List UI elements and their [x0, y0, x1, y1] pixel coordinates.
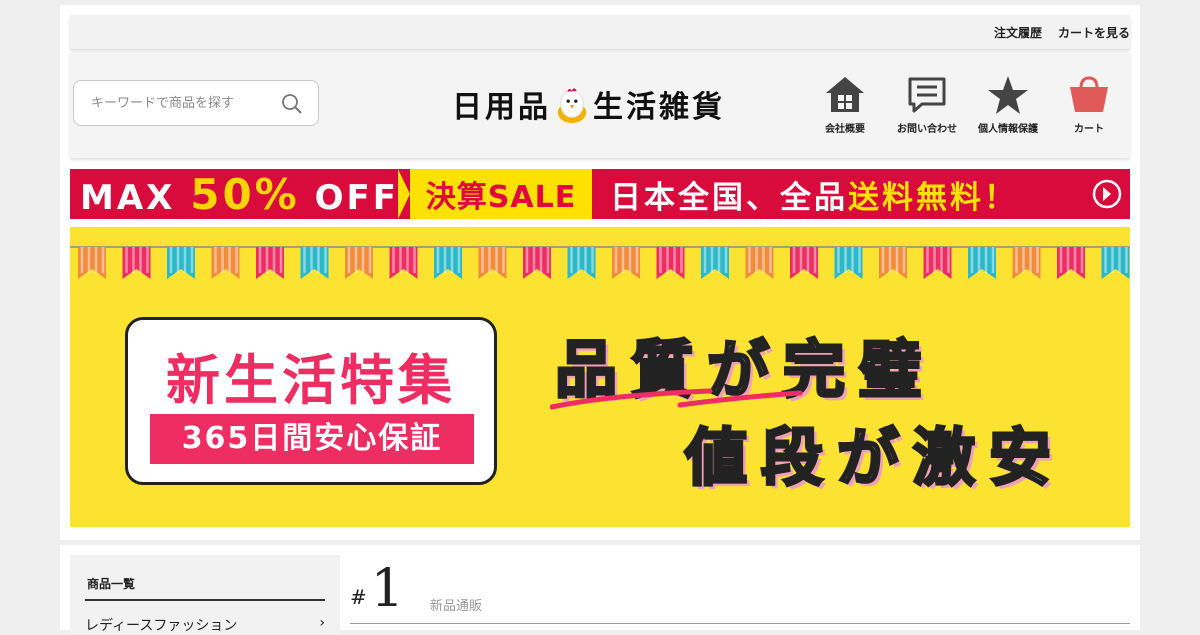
- logo-text-right: 生活雑貨: [593, 90, 725, 125]
- sale-max: MAX: [80, 177, 176, 218]
- sale-banner[interactable]: MAX 50% OFF 決算SALE 日本全国、全品 送料無料！: [70, 169, 1130, 219]
- view-cart-link[interactable]: カートを見る: [1058, 24, 1130, 41]
- nav-privacy[interactable]: 個人情報保護: [968, 74, 1048, 135]
- site-logo[interactable]: 日用品 生活雑貨: [452, 84, 725, 125]
- sidebar-item-label: レディースファッション: [85, 618, 238, 634]
- feature-title: 新生活特集: [166, 349, 456, 412]
- order-history-link[interactable]: 注文履歴: [994, 24, 1042, 41]
- sale-event-label: 決算SALE: [425, 180, 577, 215]
- star-icon: [988, 76, 1028, 114]
- rank-value: 1: [370, 559, 404, 619]
- guarantee-label: 365日間安心保証: [150, 414, 474, 464]
- nav-cart[interactable]: カート: [1049, 74, 1129, 135]
- nav-cart-label: カート: [1074, 124, 1104, 135]
- page-frame: 注文履歴 カートを見る 日用品 生活雑貨: [60, 5, 1140, 540]
- badge-notch: [398, 169, 410, 219]
- shipping-highlight: 送料無料！: [848, 179, 1018, 216]
- nav-company-label: 会社概要: [825, 124, 865, 135]
- ranking-divider: [350, 623, 1130, 624]
- nav-privacy-label: 個人情報保護: [978, 124, 1038, 135]
- house-icon: [826, 77, 864, 112]
- sale-off: OFF: [314, 177, 399, 218]
- nav-company[interactable]: 会社概要: [805, 74, 885, 135]
- rank-hash: #: [350, 585, 367, 609]
- site-header: 日用品 生活雑貨 会社概要: [70, 52, 1130, 158]
- ranking-number: # 1: [350, 563, 404, 615]
- chevron-right-icon: ›: [319, 615, 325, 631]
- hero-banner[interactable]: 新生活特集 365日間安心保証 品質が完璧 値段が激安: [70, 227, 1130, 527]
- search-icon[interactable]: [280, 92, 304, 116]
- search-box[interactable]: [73, 80, 319, 126]
- nav-contact-label: お問い合わせ: [897, 124, 957, 135]
- sale-max-off: MAX 50% OFF: [80, 170, 399, 219]
- shipping-message: 日本全国、全品 送料無料！: [610, 169, 1018, 219]
- sale-percent: 50%: [190, 169, 300, 219]
- arrow-right-circle-icon[interactable]: [1092, 179, 1122, 209]
- shipping-prefix: 日本全国、全品: [610, 179, 848, 216]
- bunting-decoration: [70, 246, 1130, 279]
- logo-text-left: 日用品: [452, 90, 551, 125]
- chick-icon: [557, 88, 587, 123]
- chat-icon: [908, 77, 946, 113]
- sale-event-badge: 決算SALE: [398, 169, 592, 219]
- search-input[interactable]: [89, 94, 283, 112]
- sidebar-divider: [85, 599, 325, 601]
- sidebar-title: 商品一覧: [87, 577, 136, 591]
- feature-card: 新生活特集 365日間安心保証: [125, 317, 497, 485]
- cart-icon: [1070, 76, 1108, 112]
- sidebar-item-ladies-fashion[interactable]: レディースファッション ›: [85, 615, 325, 635]
- ranking-label: 新品通販: [430, 599, 483, 614]
- top-utility-bar: 注文履歴 カートを見る: [70, 15, 1130, 49]
- slogan-price: 値段が激安: [683, 420, 1066, 496]
- nav-contact[interactable]: お問い合わせ: [887, 74, 967, 135]
- category-sidebar: 商品一覧 レディースファッション ›: [70, 555, 340, 635]
- content-area: 商品一覧 レディースファッション › # 1 新品通販: [60, 545, 1140, 635]
